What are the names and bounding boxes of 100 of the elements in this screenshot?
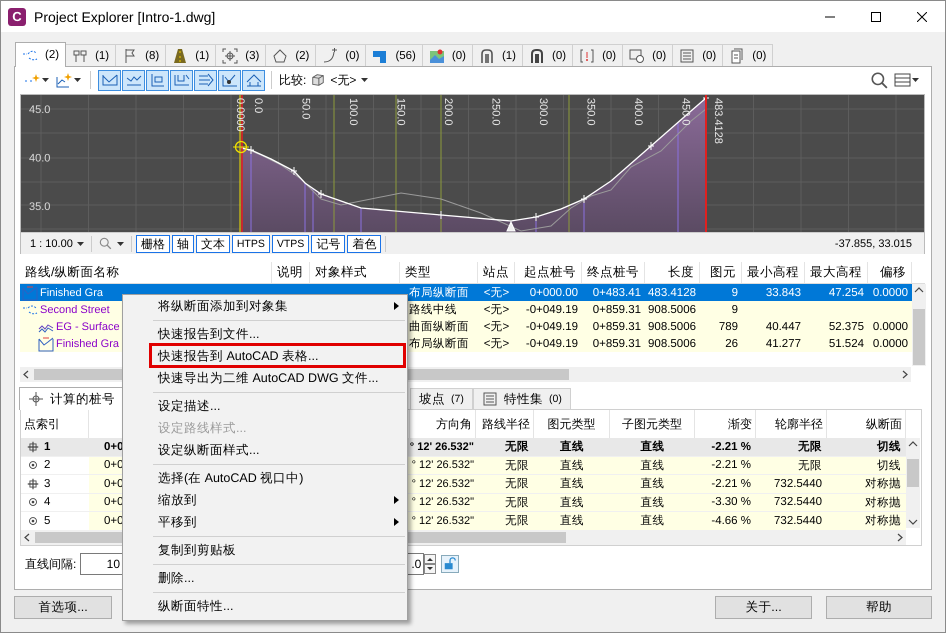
- display-toggle[interactable]: 着色: [347, 234, 382, 252]
- caret-icon: [42, 78, 49, 82]
- table-cell-text: 无限: [798, 458, 822, 473]
- vertical-scrollbar[interactable]: [912, 284, 926, 366]
- dialog-button[interactable]: 首选项...: [14, 596, 112, 619]
- column-header[interactable]: 长度: [645, 262, 700, 283]
- column-header[interactable]: 偏移: [868, 262, 912, 283]
- lock-icon: [443, 557, 458, 571]
- station-label: 350.0: [584, 98, 596, 126]
- table-cell-text: 无限: [798, 440, 822, 454]
- dialog-button[interactable]: 帮助: [826, 596, 932, 619]
- magnifier-icon: [98, 236, 113, 250]
- table-cell: 3: [44, 478, 50, 490]
- detail-tab[interactable]: 计算的桩号: [19, 387, 124, 410]
- compare-dropdown[interactable]: <无>: [308, 72, 372, 88]
- column-header[interactable]: 终点桩号: [582, 262, 645, 283]
- menu-item[interactable]: 快速导出为二维 AutoCAD DWG 文件...: [123, 367, 407, 389]
- profile-graph-icon: [222, 72, 238, 88]
- column-header[interactable]: 最大高程: [805, 262, 868, 283]
- table-cell-text: 无限: [505, 477, 529, 492]
- caret-icon: [76, 242, 84, 246]
- object-tab[interactable]: (0): [622, 44, 674, 66]
- view-toggle-button[interactable]: [242, 70, 265, 90]
- column-header[interactable]: 起点桩号: [515, 262, 582, 283]
- table-cell: 41.277: [766, 338, 801, 350]
- scale-dropdown[interactable]: 1 : 10.00: [27, 238, 87, 250]
- detail-tab[interactable]: 特性集 (0): [473, 388, 571, 409]
- column-header[interactable]: 图元: [700, 262, 742, 283]
- object-tab[interactable]: (3): [215, 44, 266, 66]
- screen-icon: [629, 48, 646, 64]
- object-tab[interactable]: (1): [472, 44, 524, 66]
- table-cell-text: 布局纵断面: [409, 286, 469, 300]
- table-cell: -3.30 %: [711, 496, 751, 508]
- caret-icon: [116, 242, 124, 246]
- view-toggle-button[interactable]: [122, 70, 145, 90]
- table-cell: 483.4128: [648, 286, 696, 298]
- table-cell-text: 无限: [505, 458, 529, 473]
- column-header[interactable]: 最小高程: [742, 262, 805, 283]
- view-toggle-button[interactable]: [218, 70, 241, 90]
- display-toggle[interactable]: 记号: [311, 234, 346, 252]
- table-cell: 732.5440: [774, 514, 822, 527]
- elevation-label: 45.0: [29, 104, 50, 116]
- object-tab[interactable]: (8): [115, 44, 166, 66]
- table-cell-text: 直线: [640, 476, 664, 492]
- tab-count: (7): [451, 393, 464, 405]
- app-logo: C: [8, 8, 26, 26]
- display-toggle[interactable]: 文本: [196, 234, 230, 252]
- object-tab[interactable]: (0): [422, 44, 473, 66]
- table-cell: -4.66 %: [711, 514, 751, 527]
- menu-item[interactable]: 设定描述...: [123, 395, 407, 417]
- display-toggle[interactable]: HTPS: [232, 234, 270, 252]
- view-toggle-button[interactable]: [194, 70, 217, 90]
- signpost-icon: [72, 48, 88, 64]
- vertical-scrollbar[interactable]: [906, 438, 920, 528]
- table-cell-text: 直线: [640, 458, 664, 473]
- table-cell: -2.21 %: [711, 459, 751, 472]
- menu-item[interactable]: 纵断面特性...: [123, 595, 407, 617]
- table-cell: 52.375: [828, 320, 864, 332]
- object-tab[interactable]: (2): [15, 42, 66, 67]
- view-toggle-button[interactable]: [98, 70, 121, 90]
- table-cell: 0.0000: [872, 320, 908, 332]
- column-header[interactable]: 类型: [400, 262, 478, 283]
- submenu-arrow-icon: [394, 496, 399, 504]
- tab-count: (0): [549, 393, 562, 405]
- table-cell: 0+859.31: [592, 320, 641, 332]
- column-header[interactable]: 说明: [272, 262, 310, 283]
- menu-item[interactable]: 平移到: [123, 511, 407, 533]
- profile-graph-icon: [198, 72, 214, 88]
- column-header[interactable]: 站点: [478, 262, 515, 283]
- view-toggle-button[interactable]: [146, 70, 169, 90]
- lock-button[interactable]: [441, 555, 460, 573]
- table-cell: 40.447: [766, 320, 801, 332]
- table-cell: 732.5440: [774, 496, 822, 508]
- table-cell-text: 直线: [560, 476, 584, 492]
- table-cell: -0+049.19: [526, 304, 578, 316]
- detail-tab[interactable]: 坡点 (7): [410, 388, 473, 409]
- object-tab[interactable]: (0): [722, 44, 774, 66]
- table-cell: ° 12' 26.532": [412, 514, 474, 527]
- submenu-arrow-icon: [394, 518, 399, 526]
- display-toggle[interactable]: VTPS: [272, 234, 310, 252]
- table-cell: ° 12' 26.532": [412, 478, 474, 490]
- house-icon: [272, 48, 288, 64]
- object-tab[interactable]: (56): [365, 44, 423, 66]
- profile-graph-icon: [150, 72, 166, 88]
- profile-graph-icon: [102, 72, 118, 88]
- display-toggle[interactable]: 栅格: [136, 234, 170, 252]
- column-header[interactable]: 路线/纵断面名称: [20, 262, 272, 283]
- dialog-button[interactable]: 关于...: [715, 596, 812, 619]
- object-tab[interactable]: (1): [165, 44, 216, 66]
- object-tab[interactable]: (0): [522, 44, 574, 66]
- view-toggle-button[interactable]: [170, 70, 193, 90]
- document-icon: [729, 48, 746, 64]
- station-label: 400.0: [632, 98, 644, 126]
- table-cell-text: 对称抛: [865, 514, 901, 528]
- column-header[interactable]: 对象样式: [310, 262, 400, 283]
- crosshair-icon: [26, 476, 40, 491]
- table-cell: 0.0000: [872, 286, 908, 298]
- cube-icon: [311, 73, 326, 87]
- display-toggle[interactable]: 轴: [172, 234, 194, 252]
- table-cell: 0+859.31: [592, 304, 641, 316]
